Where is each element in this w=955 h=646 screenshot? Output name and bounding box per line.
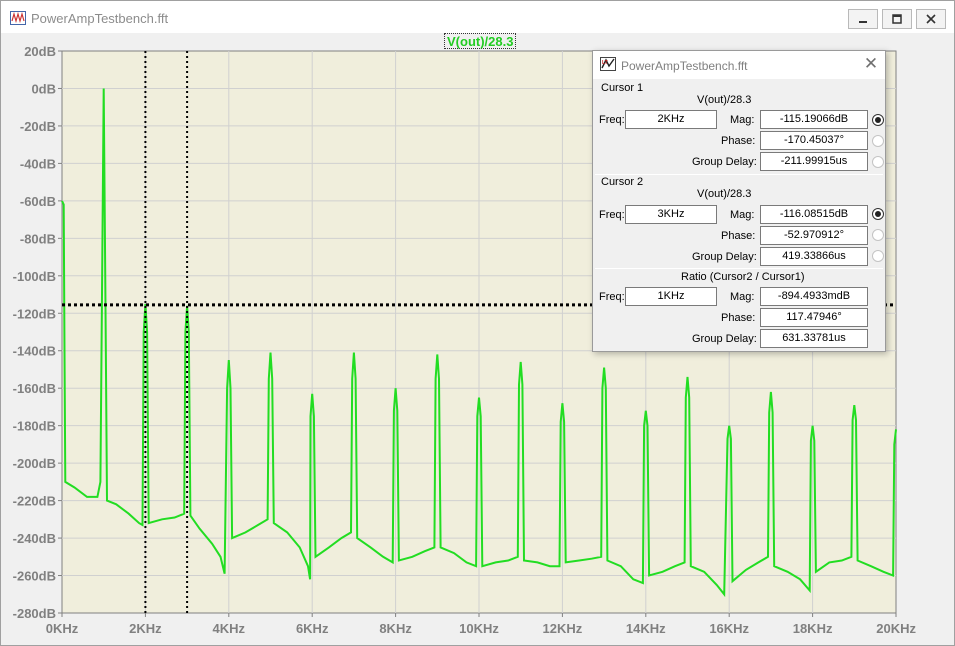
x-tick-label: 8KHz (379, 621, 412, 636)
cursor1-phase-label: Phase: (721, 135, 756, 147)
svg-text:LT: LT (602, 60, 608, 66)
maximize-button[interactable] (882, 9, 912, 29)
dialog-title: PowerAmpTestbench.fft (621, 59, 748, 73)
y-tick-label: -180dB (13, 419, 56, 434)
cursor-dialog: LT PowerAmpTestbench.fft ✕ Cursor 1 V(ou… (592, 50, 886, 352)
ratio-heading: Ratio (Cursor2 / Cursor1) (681, 271, 805, 283)
cursor1-freq-field[interactable]: 2KHz (625, 110, 717, 129)
y-tick-label: -40dB (20, 156, 56, 171)
x-axis-ticks: 0KHz 2KHz 4KHz 6KHz 8KHz 10KHz 12KHz 14KHz 16KHz… (46, 613, 916, 636)
cursor1-phase-radio[interactable] (872, 135, 884, 147)
cursor2-mag-field[interactable]: -116.08515dB (760, 205, 868, 224)
trace-label[interactable]: V(out)/28.3 (444, 33, 517, 49)
cursor1-heading: Cursor 1 (601, 82, 644, 94)
y-tick-label: -200dB (13, 456, 56, 471)
cursor2-gd-label: Group Delay: (692, 251, 757, 263)
y-tick-label: -140dB (13, 344, 56, 359)
cursor1-trace: V(out)/28.3 (697, 94, 752, 106)
x-tick-label: 10KHz (459, 621, 499, 636)
x-tick-label: 14KHz (626, 621, 666, 636)
waveform-app-icon (10, 11, 26, 25)
x-tick-label: 6KHz (296, 621, 329, 636)
title-bar: PowerAmpTestbench.fft (1, 1, 954, 33)
cursor1-gd-label: Group Delay: (692, 156, 757, 168)
cursor2-heading: Cursor 2 (601, 176, 644, 188)
cursor2-phase-field[interactable]: -52.970912° (760, 226, 868, 245)
ratio-freq-field[interactable]: 1KHz (625, 287, 717, 306)
cursor2-phase-radio[interactable] (872, 229, 884, 241)
dialog-title-bar: LT PowerAmpTestbench.fft ✕ (593, 51, 885, 79)
cursor1-phase-field[interactable]: -170.45037° (760, 131, 868, 150)
divider (595, 268, 883, 269)
cursor2-gd-field[interactable]: 419.33866us (760, 247, 868, 266)
cursor2-freq-field[interactable]: 3KHz (625, 205, 717, 224)
ratio-mag-label: Mag: (730, 291, 755, 303)
y-tick-label: -60dB (20, 194, 56, 209)
ratio-phase-label: Phase: (721, 312, 756, 324)
cursor2-freq-label: Freq: (599, 209, 625, 221)
y-tick-label: -20dB (20, 119, 56, 134)
ratio-gd-label: Group Delay: (692, 333, 757, 345)
cursor2-mag-radio[interactable] (872, 208, 884, 220)
maximize-icon (892, 14, 902, 24)
minimize-icon (859, 21, 867, 23)
window-title: PowerAmpTestbench.fft (31, 11, 169, 26)
y-tick-label: -160dB (13, 381, 56, 396)
y-tick-label: -280dB (13, 606, 56, 621)
ratio-gd-field[interactable]: 631.33781us (760, 329, 868, 348)
ltspice-app-icon: LT (600, 57, 616, 71)
close-button[interactable] (916, 9, 946, 29)
x-tick-label: 2KHz (129, 621, 162, 636)
y-tick-label: -80dB (20, 231, 56, 246)
y-axis-ticks: 20dB 0dB -20dB -40dB -60dB -80dB -100dB -120dB -… (13, 44, 62, 621)
cursor2-mag-label: Mag: (730, 209, 755, 221)
main-window: PowerAmpTestbench.fft 20dB 0dB -20dB -40dB -… (0, 0, 955, 646)
cursor1-mag-label: Mag: (730, 114, 755, 126)
cursor2-gd-radio[interactable] (872, 250, 884, 262)
ratio-freq-label: Freq: (599, 291, 625, 303)
minimize-button[interactable] (848, 9, 878, 29)
cursor1-gd-field[interactable]: -211.99915us (760, 152, 868, 171)
x-tick-label: 4KHz (213, 621, 246, 636)
close-icon (926, 14, 936, 24)
x-tick-label: 18KHz (793, 621, 833, 636)
x-tick-label: 20KHz (876, 621, 916, 636)
x-tick-label: 16KHz (709, 621, 749, 636)
cursor1-mag-field[interactable]: -115.19066dB (760, 110, 868, 129)
x-tick-label: 12KHz (543, 621, 583, 636)
x-tick-label: 0KHz (46, 621, 79, 636)
cursor1-gd-radio[interactable] (872, 156, 884, 168)
ratio-phase-field[interactable]: 117.47946° (760, 308, 868, 327)
cursor2-trace: V(out)/28.3 (697, 188, 752, 200)
y-tick-label: -100dB (13, 269, 56, 284)
y-tick-label: -220dB (13, 494, 56, 509)
cursor1-freq-label: Freq: (599, 114, 625, 126)
y-tick-label: 0dB (31, 81, 56, 96)
y-tick-label: -240dB (13, 531, 56, 546)
dialog-close-icon[interactable]: ✕ (861, 54, 881, 74)
divider (595, 174, 883, 175)
y-tick-label: -260dB (13, 569, 56, 584)
cursor1-mag-radio[interactable] (872, 114, 884, 126)
cursor2-phase-label: Phase: (721, 230, 756, 242)
y-tick-label: -120dB (13, 306, 56, 321)
y-tick-label: 20dB (24, 44, 56, 59)
ratio-mag-field[interactable]: -894.4933mdB (760, 287, 868, 306)
